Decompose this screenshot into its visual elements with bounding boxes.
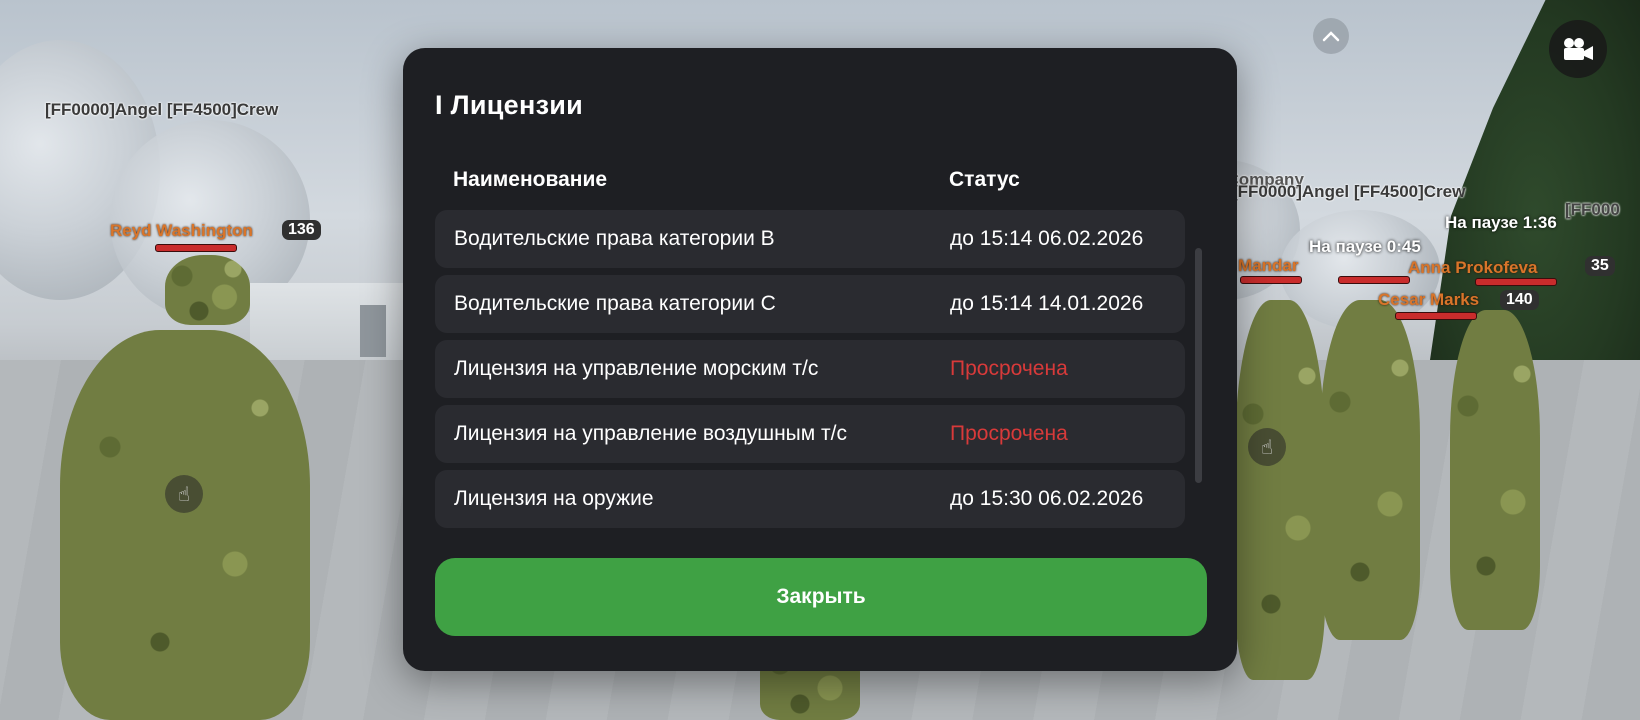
license-status: до 15:30 06.02.2026: [950, 487, 1144, 510]
license-row: Водительские права категории C до 15:14 …: [435, 275, 1185, 333]
license-name: Лицензия на управление морским т/с: [454, 357, 819, 380]
soldier: [1320, 300, 1420, 640]
license-row: Лицензия на управление воздушным т/с Про…: [435, 405, 1185, 463]
license-name: Водительские права категории B: [454, 227, 775, 250]
soldier: [1235, 300, 1325, 680]
level-badge: 136: [282, 220, 321, 240]
hand-pointer-icon[interactable]: ☝: [1248, 428, 1286, 466]
hand-pointer-icon[interactable]: ☝: [165, 475, 203, 513]
licenses-dialog: I Лицензии Наименование Статус Водительс…: [403, 48, 1237, 671]
player-tag: [FF0000]Angel [FF4500]Crew: [45, 100, 279, 119]
pause-tag: На паузе 0:45: [1309, 237, 1421, 256]
dialog-title: I Лицензии: [435, 90, 584, 120]
building-door: [360, 305, 386, 357]
video-camera-icon[interactable]: [1549, 20, 1607, 78]
soldier-hat: [165, 255, 250, 325]
player-name: Mandar: [1238, 256, 1299, 275]
player-name: Anna Prokofeva: [1408, 258, 1538, 277]
licenses-list[interactable]: Водительские права категории B до 15:14 …: [435, 210, 1185, 570]
column-header-status: Статус: [949, 168, 1020, 191]
license-row: Лицензия на управление морским т/с Проср…: [435, 340, 1185, 398]
license-status: до 15:14 06.02.2026: [950, 227, 1144, 250]
level-badge: 35: [1585, 256, 1615, 276]
license-status-expired: Просрочена: [950, 422, 1068, 445]
license-name: Лицензия на оружие: [454, 487, 654, 510]
player-tag: [FF000: [1565, 200, 1620, 219]
health-bar: [1338, 276, 1410, 284]
license-name: Водительские права категории C: [454, 292, 776, 315]
close-button[interactable]: Закрыть: [435, 558, 1207, 636]
health-bar: [1240, 276, 1302, 284]
chevron-up-icon[interactable]: [1313, 18, 1349, 54]
player-name: Reyd Washington: [110, 221, 253, 240]
player-soldier: [60, 330, 310, 720]
building: [250, 283, 410, 368]
soldier: [1450, 310, 1540, 630]
column-header-name: Наименование: [453, 168, 608, 191]
health-bar: [1395, 312, 1477, 320]
pause-tag: На паузе 1:36: [1445, 213, 1557, 232]
player-name: Cesar Marks: [1378, 290, 1480, 309]
license-name: Лицензия на управление воздушным т/с: [454, 422, 847, 445]
license-status: до 15:14 14.01.2026: [950, 292, 1144, 315]
level-badge: 140: [1500, 290, 1539, 310]
health-bar: [1475, 278, 1557, 286]
license-row: Водительские права категории B до 15:14 …: [435, 210, 1185, 268]
player-tag: [FF0000]Angel [FF4500]Crew: [1232, 182, 1466, 201]
license-status-expired: Просрочена: [950, 357, 1068, 380]
license-row: Лицензия на оружие до 15:30 06.02.2026: [435, 470, 1185, 528]
scrollbar[interactable]: [1195, 248, 1202, 483]
health-bar: [155, 244, 237, 252]
